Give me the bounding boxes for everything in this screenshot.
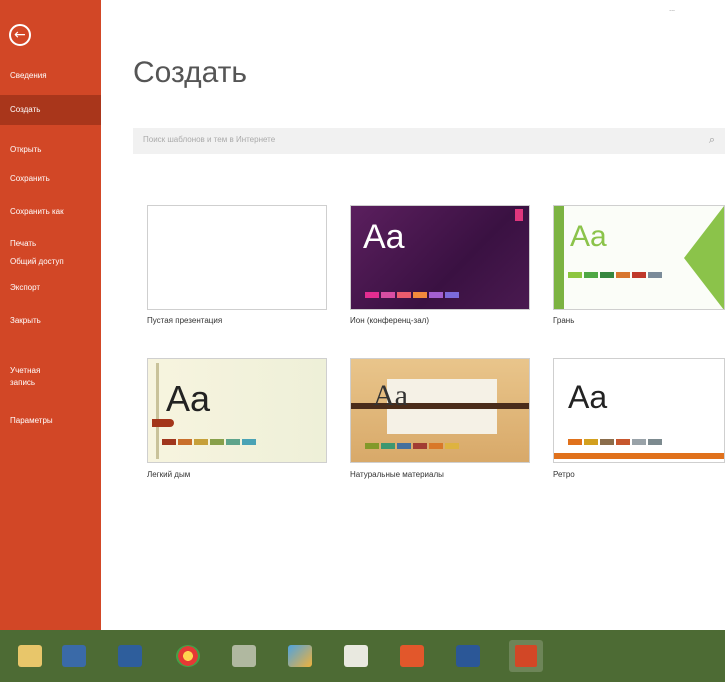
- powerpoint-icon: [515, 645, 537, 667]
- file-explorer-icon[interactable]: [18, 645, 42, 667]
- template-label: Ретро: [553, 470, 575, 479]
- back-button[interactable]: ←: [9, 24, 31, 46]
- template-retrospect[interactable]: Aa: [553, 358, 725, 463]
- page-title: Создать: [133, 56, 248, 89]
- wisp-ribbon: [152, 419, 174, 427]
- paint-icon[interactable]: [288, 645, 312, 667]
- backstage-sidebar: ← Сведения Создать Открыть Сохранить Сох…: [0, 0, 101, 630]
- preview-text: Aa: [373, 379, 408, 412]
- template-facet[interactable]: Aa: [553, 205, 725, 310]
- color-swatches: [162, 439, 258, 445]
- preview-text: Aa: [166, 378, 211, 419]
- nav-print[interactable]: Печать: [0, 238, 101, 250]
- nav-account[interactable]: Учетная запись: [0, 365, 60, 389]
- wisp-line: [156, 363, 159, 459]
- user-name: ...: [669, 6, 675, 13]
- save-icon[interactable]: [62, 645, 86, 667]
- nav-save-as[interactable]: Сохранить как: [0, 206, 101, 218]
- template-label: Натуральные материалы: [350, 470, 444, 479]
- accent-tab: [515, 209, 523, 221]
- facet-shape: [684, 206, 724, 309]
- nav-export[interactable]: Экспорт: [0, 282, 101, 294]
- search-input[interactable]: Поиск шаблонов и тем в Интернете: [143, 135, 275, 144]
- word-icon[interactable]: [456, 645, 480, 667]
- nav-open[interactable]: Открыть: [0, 144, 101, 156]
- facet-stripe: [554, 206, 564, 309]
- search-icon[interactable]: ⌕: [709, 133, 715, 147]
- template-label: Легкий дым: [147, 470, 191, 479]
- template-ion-boardroom[interactable]: Aa: [350, 205, 530, 310]
- color-swatches: [568, 272, 664, 278]
- template-blank[interactable]: [147, 205, 327, 310]
- nav-info[interactable]: Сведения: [0, 70, 101, 82]
- template-organic[interactable]: Aa: [350, 358, 530, 463]
- color-swatches: [568, 439, 664, 445]
- back-arrow-icon: ←: [14, 27, 26, 43]
- template-label: Пустая презентация: [147, 316, 223, 325]
- preview-text: Aa: [363, 218, 405, 256]
- color-swatches: [365, 292, 461, 298]
- taskbar: [0, 630, 725, 682]
- calendar-icon[interactable]: [344, 645, 368, 667]
- preview-text: Aa: [568, 379, 608, 415]
- color-swatches: [365, 443, 461, 449]
- search-box[interactable]: Поиск шаблонов и тем в Интернете ⌕: [133, 128, 725, 154]
- powerpoint-icon-frame[interactable]: [509, 640, 543, 672]
- nav-save[interactable]: Сохранить: [0, 173, 101, 185]
- outlook-icon[interactable]: [118, 645, 142, 667]
- chrome-icon[interactable]: [176, 645, 200, 667]
- template-label: Ион (конференц-зал): [350, 316, 430, 325]
- tools-icon[interactable]: [232, 645, 256, 667]
- template-wisp[interactable]: Aa: [147, 358, 327, 463]
- template-label: Грань: [553, 316, 575, 325]
- contacts-icon[interactable]: [400, 645, 424, 667]
- nav-options[interactable]: Параметры: [0, 415, 101, 427]
- nav-close[interactable]: Закрыть: [0, 315, 101, 327]
- retro-bar: [554, 453, 724, 459]
- preview-text: Aa: [570, 220, 607, 253]
- nav-share[interactable]: Общий доступ: [0, 256, 101, 268]
- nav-new[interactable]: Создать: [0, 95, 101, 125]
